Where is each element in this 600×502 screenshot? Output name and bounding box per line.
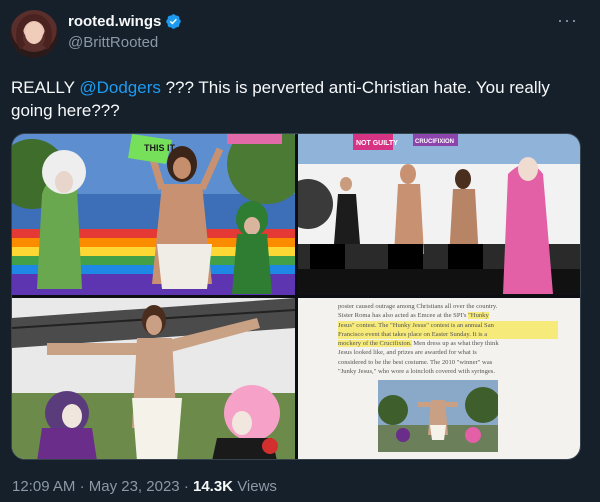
excerpt-line-5b: Men dress up as what they think — [411, 340, 499, 348]
media-grid: THIS IT NOT GUILTY CRUCIFIXION poster ca… — [11, 133, 581, 460]
tweet-time: 12:09 AM — [12, 478, 76, 495]
media-image-2[interactable]: NOT GUILTY CRUCIFIXION — [298, 134, 580, 295]
media-image-4[interactable]: poster caused outrage among Christians a… — [298, 298, 580, 459]
article-photo — [378, 380, 498, 452]
tweet-text: REALLY @Dodgers ??? This is perverted an… — [11, 76, 586, 122]
views-label: Views — [237, 478, 277, 495]
tweet-date: May 23, 2023 — [88, 478, 180, 495]
cross-photo — [12, 298, 295, 459]
separator-dot: · — [79, 478, 85, 495]
excerpt-line-5a: mockery of the Crucifixion. — [338, 340, 412, 348]
excerpt-line-4: Francisco event that takes place on East… — [338, 329, 558, 340]
article-excerpt: poster caused outrage among Christians a… — [338, 302, 558, 376]
mention-link[interactable]: @Dodgers — [79, 78, 161, 97]
sign-text-1: THIS IT — [144, 143, 176, 153]
excerpt-line-1: poster caused outrage among Christians a… — [338, 303, 498, 310]
media-image-1[interactable]: THIS IT — [12, 134, 295, 295]
separator-dot-2: · — [183, 478, 189, 495]
views-count[interactable]: 14.3K — [193, 478, 233, 495]
tweet-timestamp[interactable]: 12:09 AM · May 23, 2023 · 14.3K Views — [12, 478, 277, 495]
excerpt-line-6: Jesus looked like, and prizes are awarde… — [338, 349, 477, 357]
excerpt-line-8: "Junky Jesus," who wore a loincloth cove… — [338, 368, 496, 376]
excerpt-line-3: Jesus" contest. The "Hunky Jesus" contes… — [338, 320, 558, 330]
media-image-3[interactable] — [12, 298, 295, 459]
excerpt-line-7: considered to be the best costume. The 2… — [338, 358, 493, 366]
parade-photo-1: THIS IT — [12, 134, 295, 295]
tweet-text-prefix: REALLY — [11, 78, 80, 97]
avatar[interactable] — [10, 10, 58, 58]
excerpt-line-2b: "Hunky — [468, 312, 489, 320]
sign-text-3: CRUCIFIXION — [415, 139, 454, 145]
verified-badge-icon — [166, 14, 182, 29]
stage-photo: NOT GUILTY CRUCIFIXION — [298, 134, 580, 295]
author-handle[interactable]: @BrittRooted — [68, 34, 158, 51]
sign-text-2: NOT GUILTY — [356, 140, 398, 147]
author-display-name[interactable]: rooted.wings — [68, 13, 161, 30]
excerpt-line-2a: Sister Roma has also acted as Emcee at t… — [338, 312, 469, 320]
author-name-row: rooted.wings — [68, 13, 182, 30]
more-options-icon[interactable]: ··· — [557, 10, 578, 31]
